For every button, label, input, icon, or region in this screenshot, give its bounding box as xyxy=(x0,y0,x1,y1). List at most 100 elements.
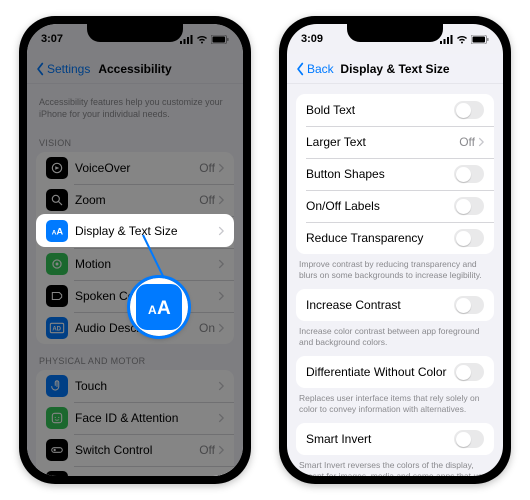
section-footer: Replaces user interface items that rely … xyxy=(287,388,503,423)
chevron-left-icon xyxy=(295,62,305,76)
settings-row[interactable]: Touch xyxy=(36,370,234,402)
highlight-label: Display & Text Size xyxy=(75,224,218,238)
settings-row[interactable]: Face ID & Attention xyxy=(36,402,234,434)
section-footer: Smart Invert reverses the colors of the … xyxy=(287,455,503,476)
toggle-switch[interactable] xyxy=(454,101,484,119)
chevron-right-icon xyxy=(218,259,224,269)
touch-icon xyxy=(46,375,68,397)
row-label: Motion xyxy=(75,257,218,271)
settings-row[interactable]: Reduce Transparency xyxy=(296,222,494,254)
settings-group: Smart Invert xyxy=(296,423,494,455)
toggle-switch[interactable] xyxy=(454,363,484,381)
settings-row[interactable]: Switch ControlOff xyxy=(36,434,234,466)
row-value: Off xyxy=(459,135,475,149)
back-label: Back xyxy=(307,62,334,76)
row-label: Larger Text xyxy=(306,135,459,149)
notch xyxy=(87,24,183,42)
chevron-right-icon xyxy=(218,163,224,173)
section-header: PHYSICAL AND MOTOR xyxy=(27,344,243,370)
faceid-icon xyxy=(46,407,68,429)
row-label: Smart Invert xyxy=(306,432,454,446)
row-label: Touch xyxy=(75,379,218,393)
highlight-display-text-size[interactable]: AA Display & Text Size xyxy=(36,214,234,247)
zoom-icon xyxy=(46,189,68,211)
settings-row[interactable]: Differentiate Without Color xyxy=(296,356,494,388)
chevron-right-icon xyxy=(218,445,224,455)
voice-control-icon xyxy=(46,471,68,476)
text-size-icon: AA xyxy=(46,220,68,242)
intro-text: Accessibility features help you customiz… xyxy=(27,84,243,126)
toggle-switch[interactable] xyxy=(454,197,484,215)
chevron-right-icon xyxy=(218,381,224,391)
settings-row[interactable]: ZoomOff xyxy=(36,184,234,216)
status-time: 3:07 xyxy=(41,33,63,45)
chevron-left-icon xyxy=(35,62,45,76)
nav-bar: Settings Accessibility xyxy=(27,54,243,84)
nav-bar: Back Display & Text Size xyxy=(287,54,503,84)
row-label: Bold Text xyxy=(306,103,454,117)
battery-icon xyxy=(211,35,229,44)
status-time: 3:09 xyxy=(301,33,323,45)
toggle-switch[interactable] xyxy=(454,229,484,247)
row-value: Off xyxy=(199,193,215,207)
battery-icon xyxy=(471,35,489,44)
row-value: On xyxy=(199,321,215,335)
row-label: Face ID & Attention xyxy=(75,411,218,425)
spoken-content-icon xyxy=(46,285,68,307)
row-label: Reduce Transparency xyxy=(306,231,454,245)
chevron-right-icon xyxy=(218,413,224,423)
chevron-right-icon xyxy=(218,226,224,236)
section-header: VISION xyxy=(27,126,243,152)
settings-row[interactable]: Larger TextOff xyxy=(296,126,494,158)
chevron-right-icon xyxy=(218,195,224,205)
voiceover-icon xyxy=(46,157,68,179)
back-label: Settings xyxy=(47,62,90,76)
status-icons xyxy=(180,35,229,44)
content: Bold Text Larger TextOff Button Shapes On/O… xyxy=(287,88,503,476)
settings-row[interactable]: Smart Invert xyxy=(296,423,494,455)
status-icons xyxy=(440,35,489,44)
settings-row[interactable]: Button Shapes xyxy=(296,158,494,190)
settings-group: Differentiate Without Color xyxy=(296,356,494,388)
toggle-switch[interactable] xyxy=(454,430,484,448)
row-label: Button Shapes xyxy=(306,167,454,181)
phone-left: 3:07 Settings Accessibility Accessibilit… xyxy=(19,16,251,484)
chevron-right-icon xyxy=(218,291,224,301)
settings-row[interactable]: VoiceOverOff xyxy=(36,152,234,184)
scroll-area[interactable]: Accessibility features help you customiz… xyxy=(27,84,243,476)
settings-group: Bold Text Larger TextOff Button Shapes On/O… xyxy=(296,94,494,254)
row-value: Off xyxy=(199,475,215,476)
section-footer: Improve contrast by reducing transparenc… xyxy=(287,254,503,289)
row-label: VoiceOver xyxy=(75,161,199,175)
notch xyxy=(347,24,443,42)
row-label: Zoom xyxy=(75,193,199,207)
back-button[interactable]: Settings xyxy=(35,62,90,76)
row-label: Differentiate Without Color xyxy=(306,365,454,379)
chevron-right-icon xyxy=(218,323,224,333)
settings-row[interactable]: Increase Contrast xyxy=(296,289,494,321)
row-label: Voice Control xyxy=(75,475,199,476)
screen-left: 3:07 Settings Accessibility Accessibilit… xyxy=(27,24,243,476)
settings-group: TouchFace ID & AttentionSwitch ControlOf… xyxy=(36,370,234,476)
row-value: Off xyxy=(199,161,215,175)
signal-icon xyxy=(180,35,193,44)
wifi-icon xyxy=(456,35,468,44)
back-button[interactable]: Back xyxy=(295,62,334,76)
scroll-area[interactable]: Bold Text Larger TextOff Button Shapes On/O… xyxy=(287,84,503,476)
settings-group: Increase Contrast xyxy=(296,289,494,321)
toggle-switch[interactable] xyxy=(454,165,484,183)
settings-row[interactable]: Bold Text xyxy=(296,94,494,126)
callout-bubble: AA xyxy=(130,278,188,336)
screen-right: 3:09 Back Display & Text Size Bold Text L… xyxy=(287,24,503,476)
wifi-icon xyxy=(196,35,208,44)
row-label: Switch Control xyxy=(75,443,199,457)
settings-row[interactable]: Motion xyxy=(36,248,234,280)
toggle-switch[interactable] xyxy=(454,296,484,314)
row-label: Increase Contrast xyxy=(306,298,454,312)
chevron-right-icon xyxy=(478,137,484,147)
settings-row[interactable]: Voice ControlOff xyxy=(36,466,234,476)
settings-row[interactable]: On/Off Labels xyxy=(296,190,494,222)
motion-icon xyxy=(46,253,68,275)
phone-right: 3:09 Back Display & Text Size Bold Text L… xyxy=(279,16,511,484)
svg-text:A: A xyxy=(56,226,63,236)
